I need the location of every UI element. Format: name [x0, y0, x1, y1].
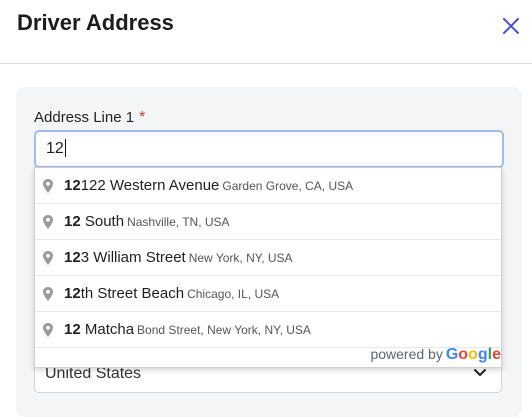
suggestion-item[interactable]: 123 William Street New York, NY, USA	[35, 240, 501, 276]
close-button[interactable]	[496, 11, 526, 41]
modal-title: Driver Address	[17, 10, 174, 35]
suggestion-item[interactable]: 12th Street Beach Chicago, IL, USA	[35, 276, 501, 312]
suggestion-item[interactable]: 12 South Nashville, TN, USA	[35, 204, 501, 240]
address-line-1-label: Address Line 1 *	[34, 109, 146, 126]
map-pin-icon	[43, 323, 53, 337]
address-line-1-input[interactable]: 12	[34, 130, 504, 168]
suggestion-item[interactable]: 12122 Western Avenue Garden Grove, CA, US…	[35, 168, 501, 204]
modal-header: Driver Address	[0, 0, 532, 64]
map-pin-icon	[43, 251, 53, 265]
suggestion-text: 12th Street Beach Chicago, IL, USA	[64, 285, 280, 302]
suggestion-text: 12 Matcha Bond Street, New York, NY, USA	[64, 321, 311, 338]
google-logo: Google	[445, 346, 501, 363]
suggestion-text: 12122 Western Avenue Garden Grove, CA, US…	[64, 177, 354, 194]
address-input-value: 12	[46, 139, 66, 158]
suggestion-item[interactable]: 12 Matcha Bond Street, New York, NY, USA	[35, 312, 501, 348]
map-pin-icon	[43, 215, 53, 229]
map-pin-icon	[43, 287, 53, 301]
address-autocomplete-dropdown: 12122 Western Avenue Garden Grove, CA, US…	[34, 167, 502, 368]
close-icon	[503, 18, 519, 34]
text-caret	[64, 139, 66, 157]
powered-by-google: powered by Google	[370, 346, 501, 364]
required-asterisk: *	[139, 109, 146, 126]
suggestion-text: 123 William Street New York, NY, USA	[64, 249, 293, 266]
powered-by-text: powered by	[370, 346, 443, 362]
suggestion-text: 12 South Nashville, TN, USA	[64, 213, 230, 230]
map-pin-icon	[43, 179, 53, 193]
